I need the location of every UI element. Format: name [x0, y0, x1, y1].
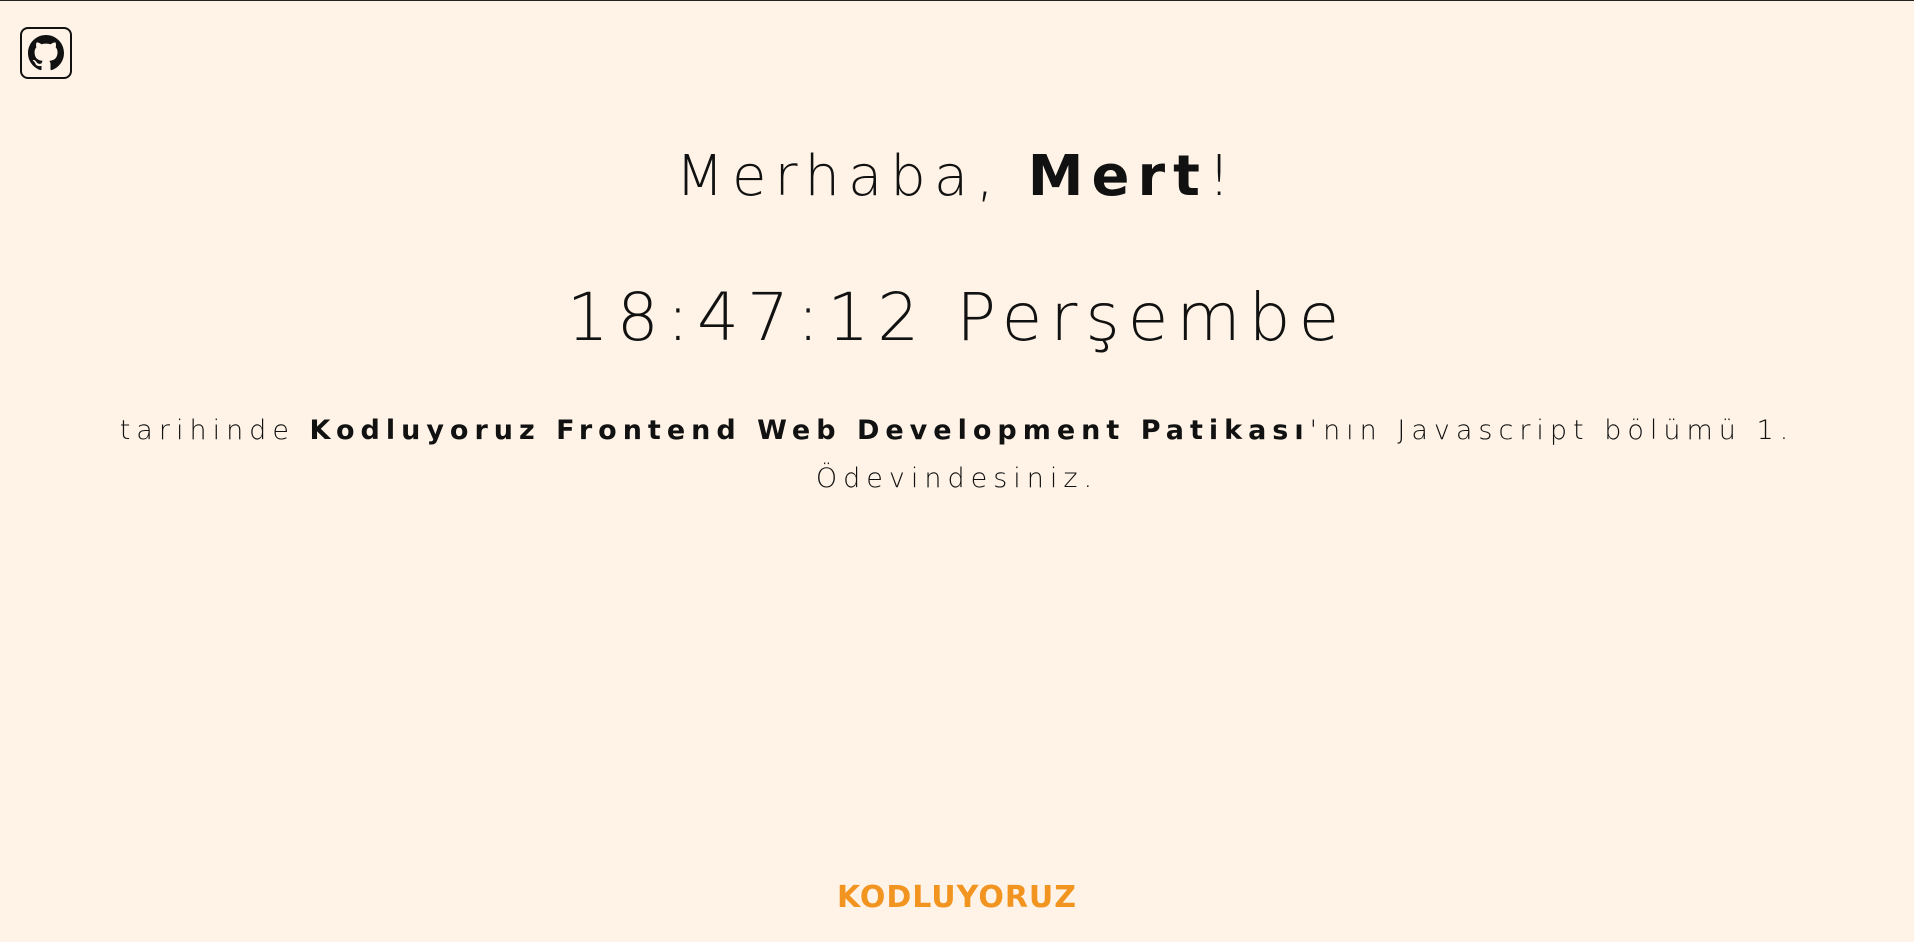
greeting-prefix: Merhaba, — [675, 144, 1028, 209]
clock-display: 18:47:12 Perşembe — [0, 273, 1914, 363]
info-text: tarihinde Kodluyoruz Frontend Web Develo… — [100, 407, 1814, 503]
greeting-suffix: ! — [1207, 144, 1239, 209]
clock-day: Perşembe — [956, 279, 1348, 356]
github-icon — [28, 35, 64, 71]
info-prefix: tarihinde — [119, 415, 310, 446]
clock-time: 18:47:12 — [566, 279, 928, 356]
user-name: Mert — [1027, 144, 1208, 209]
github-link-button[interactable] — [20, 27, 72, 79]
course-name: Kodluyoruz Frontend Web Development Pati… — [309, 415, 1310, 446]
greeting-heading: Merhaba, Mert! — [0, 137, 1914, 217]
kodluyoruz-logo: KODLUYORUZ — [836, 880, 1078, 915]
